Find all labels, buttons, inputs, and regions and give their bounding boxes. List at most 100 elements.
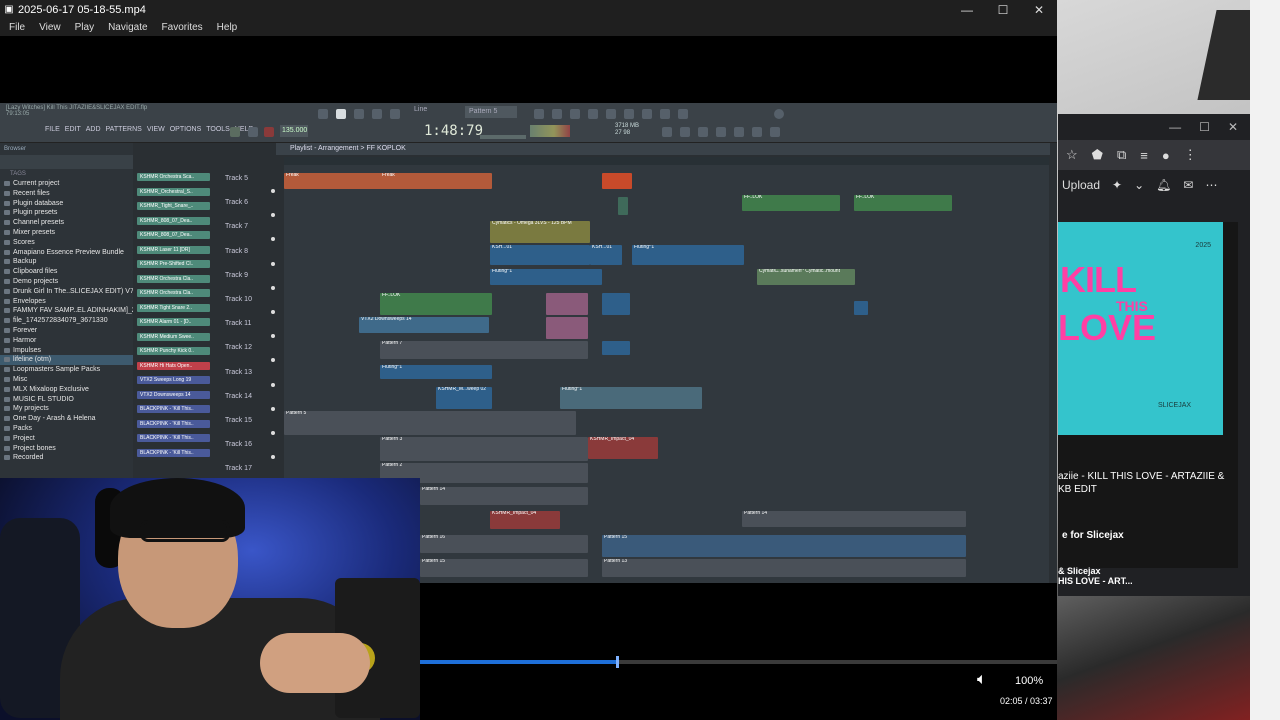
queue-icon[interactable]: ≡	[1140, 148, 1148, 163]
close-icon[interactable]: ✕	[1228, 120, 1238, 134]
tag-icon	[660, 109, 670, 119]
fl-browser-item: lifeline (otm)	[0, 355, 133, 366]
track-label: Track 13	[225, 368, 252, 376]
track-mute-dot	[271, 237, 275, 242]
seek-bar-thumb[interactable]	[616, 656, 620, 668]
fl-master-meter	[530, 125, 570, 137]
bell-icon[interactable]: 🔔︎	[1156, 178, 1171, 192]
link-icon	[372, 109, 382, 119]
channel-clip-name: KSHMR Alarm 01 - [D..	[137, 318, 210, 326]
fl-browser-item: Recorded	[0, 453, 133, 463]
wrench-icon	[680, 127, 690, 137]
cpu-icon	[734, 127, 744, 137]
profile-icon[interactable]: ●	[1162, 148, 1170, 163]
track-mute-dot	[271, 261, 275, 266]
menu-play[interactable]: Play	[75, 22, 94, 33]
mail-icon[interactable]: ✉	[1183, 178, 1193, 192]
channel-clip-name: KSHMR Medium Swee..	[137, 332, 210, 341]
playlist-clip-label	[854, 301, 868, 306]
playlist-clip: Pattern 13	[602, 559, 966, 577]
fl-playlist-title: Playlist - Arrangement > FF KOPLOK	[276, 143, 1050, 155]
volume-icon[interactable]: 🔈︎	[977, 671, 987, 689]
channel-clip-name: BLACKPINK - 'Kill This..	[137, 448, 210, 457]
star-icon[interactable]: ☆	[1066, 147, 1078, 163]
maximize-icon[interactable]: ☐	[1199, 120, 1210, 134]
menu-favorites[interactable]: Favorites	[162, 22, 203, 33]
track-mute-dot	[271, 382, 275, 387]
playlist-clip-label: Freak	[382, 173, 395, 178]
fl-browser-item: Scores	[0, 238, 133, 248]
snap-icon	[318, 109, 328, 119]
background-browser-window[interactable]: — ☐ ✕ ☆ ⬟ ⧉ ≡ ● ⋮ Upload ✦ ⌄ 🔔︎ ✉ ⋯ 2025…	[1058, 114, 1250, 596]
menu-navigate[interactable]: Navigate	[108, 22, 147, 33]
glasses	[140, 520, 230, 542]
cover-year: 2025	[1195, 242, 1211, 249]
site-header: Upload ✦ ⌄ 🔔︎ ✉ ⋯	[1058, 170, 1250, 200]
window-controls: — ☐ ✕	[949, 3, 1057, 17]
menu-view[interactable]: View	[39, 22, 61, 33]
artist-credit[interactable]: e for Slicejax	[1062, 530, 1124, 541]
playlist-clip-label	[602, 173, 632, 178]
minimize-button[interactable]: —	[949, 3, 985, 17]
song-title-line1: aziie - KILL THIS LOVE - ARTAZIIE &	[1058, 471, 1225, 482]
fl-browser-item: Envelopes	[0, 297, 133, 307]
fl-cpu-memory: 3718 MB	[615, 123, 640, 129]
kebab-menu-icon[interactable]: ⋮	[1184, 147, 1197, 163]
fl-menu-options: OPTIONS	[169, 126, 202, 133]
upload-link[interactable]: Upload	[1062, 178, 1100, 192]
channel-clip-name: KSHMR_Orchestral_S..	[137, 187, 210, 196]
mini-player[interactable]: & Slicejax HIS LOVE - ART...	[1058, 566, 1238, 586]
track-label: Track 9	[225, 271, 249, 279]
fl-browser-item: Plugin database	[0, 199, 133, 209]
playlist-clip: Pattern 7	[380, 341, 588, 359]
record-icon	[264, 127, 274, 137]
webcam-overlay	[0, 478, 420, 720]
menu-help[interactable]: Help	[217, 22, 238, 33]
track-label: Track 17	[225, 465, 252, 473]
playlist-clip-label: KSH...01	[492, 245, 513, 250]
playlist-clip-label: Pattern 13	[604, 559, 628, 564]
fl-browser-item: Recent files	[0, 189, 133, 199]
extension-icon[interactable]: ⬟	[1092, 147, 1103, 163]
playlist-clip-label: Fluting^1	[562, 387, 583, 392]
fl-browser-item: Packs	[0, 424, 133, 434]
fl-browser-item: Project bones	[0, 444, 133, 454]
menu-file[interactable]: File	[9, 22, 25, 33]
seek-bar[interactable]	[420, 656, 1057, 668]
more-icon[interactable]: ⋯	[1205, 178, 1217, 192]
playlist-clip	[602, 341, 630, 355]
pointer-icon	[336, 109, 346, 119]
fl-browser-item: My projects	[0, 404, 133, 414]
track-mute-dot	[271, 358, 275, 363]
channel-clip-name: KSHMR Orchestra Sca..	[137, 173, 210, 181]
playlist-clip-label: Pattern 16	[422, 535, 446, 540]
chevron-down-icon[interactable]: ⌄	[1134, 178, 1144, 192]
song-title[interactable]: aziie - KILL THIS LOVE - ARTAZIIE & KB E…	[1058, 470, 1238, 496]
playlist-clip: Pattern 5	[284, 411, 576, 435]
playlist-clip-label	[602, 341, 630, 346]
minimize-icon[interactable]: —	[1169, 120, 1181, 134]
fl-browser-item: Harmor	[0, 336, 133, 346]
playlist-clip: KSHMR_Impact_04	[490, 511, 560, 529]
fl-browser-item: Backup	[0, 257, 133, 267]
track-label: Track 10	[225, 296, 252, 303]
volume-level[interactable]: 100%	[1015, 675, 1043, 687]
playlist-clip-label	[602, 293, 630, 298]
fl-browser-item: Current project	[0, 179, 133, 189]
timecode: 02:05 / 03:37	[1000, 696, 1053, 706]
fl-menu-patterns: PATTERNS	[105, 126, 142, 133]
playlist-clip-label: Pattern 5	[286, 411, 307, 416]
playlist-clip: Pattern 15	[420, 559, 588, 577]
puzzle-icon[interactable]: ⧉	[1117, 147, 1126, 163]
playlist-clip	[618, 197, 628, 215]
maximize-button[interactable]: ☐	[985, 3, 1021, 17]
fl-line-mode: Line	[414, 106, 428, 113]
close-button[interactable]: ✕	[1021, 3, 1057, 17]
fl-cpu-percent: 98	[623, 130, 631, 136]
fl-cpu-stats: 27 98	[615, 130, 639, 137]
fl-browser-item: MUSIC FL STUDIO	[0, 395, 133, 405]
channel-clip-name: KSHMR Pre-Shifted Cl..	[137, 260, 210, 268]
playlist-clip: Cymatics - Omega 3LVS - 125 BPM	[490, 221, 590, 243]
channel-clip-name: KSHMR_Tight_Snare_..	[137, 202, 210, 210]
album-cover[interactable]: 2025 KILL THIS LOVE SLICEJAX	[1058, 222, 1223, 435]
